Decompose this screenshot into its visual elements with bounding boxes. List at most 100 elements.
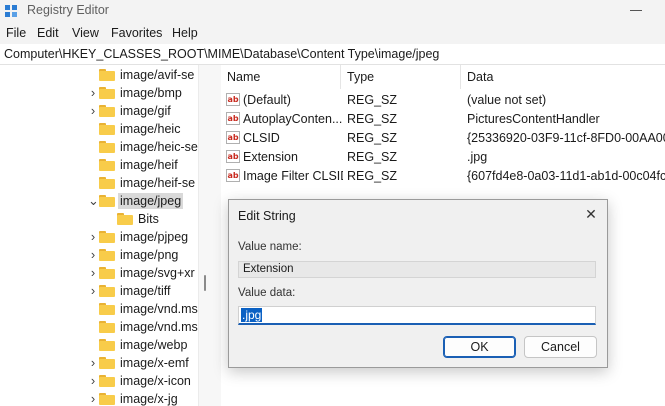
tree-item-label: image/png <box>120 248 179 262</box>
tree-item[interactable]: Bits <box>0 210 198 228</box>
column-name[interactable]: Name <box>221 65 341 89</box>
menu-help[interactable]: Help <box>172 26 198 40</box>
value-row[interactable]: ab Image Filter CLSID REG_SZ {607fd4e8-0a03… <box>221 167 665 186</box>
menu-edit[interactable]: Edit <box>37 26 59 40</box>
string-value-icon: ab <box>226 112 240 125</box>
tree-item-label: image/heic-se <box>120 140 198 154</box>
folder-icon <box>99 357 115 369</box>
chevron-right-icon[interactable]: › <box>88 356 98 369</box>
tree-item[interactable]: image/heic-se <box>0 138 198 156</box>
value-data: (value not set) <box>467 93 547 107</box>
tree-item[interactable]: › image/x-icon <box>0 372 198 390</box>
tree-item-label: Bits <box>138 212 159 226</box>
value-type: REG_SZ <box>347 150 398 164</box>
value-row[interactable]: ab (Default) REG_SZ (value not set) <box>221 91 665 110</box>
chevron-right-icon[interactable]: › <box>88 392 98 405</box>
folder-icon <box>99 303 115 315</box>
tree-item[interactable]: ⌄ image/jpeg <box>0 192 198 210</box>
minimize-button[interactable] <box>630 10 642 11</box>
tree-item[interactable]: image/avif-se <box>0 66 198 84</box>
value-data-label: Value data: <box>238 287 296 299</box>
value-row[interactable]: ab CLSID REG_SZ {25336920-03F9-11cf-8FD0-00… <box>221 129 665 148</box>
chevron-right-icon[interactable]: › <box>88 284 98 297</box>
value-data: {607fd4e8-0a03-11d1-ab1d-00c04fc9b <box>467 169 665 183</box>
value-type: REG_SZ <box>347 112 398 126</box>
folder-icon <box>117 213 133 225</box>
string-value-icon: ab <box>226 169 240 182</box>
tree-item[interactable]: image/webp <box>0 336 198 354</box>
tree-item[interactable]: › image/x-emf <box>0 354 198 372</box>
value-name: Extension <box>243 150 298 164</box>
title-bar: Registry Editor <box>0 0 665 22</box>
tree-item-label: image/x-jg <box>120 392 178 406</box>
chevron-right-icon[interactable]: › <box>88 230 98 243</box>
chevron-down-icon[interactable]: ⌄ <box>88 194 99 207</box>
close-icon[interactable]: ✕ <box>583 206 599 222</box>
tree-item-label: image/vnd.ms <box>120 320 198 334</box>
chevron-right-icon[interactable]: › <box>88 266 98 279</box>
string-value-icon: ab <box>226 131 240 144</box>
chevron-right-icon[interactable]: › <box>88 374 98 387</box>
cancel-button[interactable]: Cancel <box>524 336 597 358</box>
tree-item-label: image/jpeg <box>118 193 184 209</box>
scrollbar-thumb[interactable] <box>204 275 206 291</box>
chevron-right-icon[interactable]: › <box>88 86 98 99</box>
tree-item[interactable]: › image/x-jg <box>0 390 198 406</box>
registry-editor-icon <box>5 5 17 17</box>
pane-splitter[interactable] <box>198 65 222 406</box>
address-bar[interactable]: Computer\HKEY_CLASSES_ROOT\MIME\Database… <box>0 44 665 65</box>
tree-item-label: image/heic <box>120 122 181 136</box>
tree-item-label: image/gif <box>120 104 171 118</box>
key-tree: image/avif-se › image/bmp › image/gif image/h… <box>0 65 198 406</box>
tree-item[interactable]: image/heic <box>0 120 198 138</box>
folder-icon <box>99 87 115 99</box>
tree-item[interactable]: image/vnd.ms <box>0 300 198 318</box>
tree-item[interactable]: image/heif-se <box>0 174 198 192</box>
folder-icon <box>99 177 115 189</box>
value-name-label: Value name: <box>238 241 302 253</box>
tree-item-label: image/svg+xr <box>120 266 195 280</box>
tree-item[interactable]: › image/gif <box>0 102 198 120</box>
chevron-right-icon[interactable]: › <box>88 104 98 117</box>
tree-item[interactable]: › image/pjpeg <box>0 228 198 246</box>
address-path[interactable]: Computer\HKEY_CLASSES_ROOT\MIME\Database… <box>4 47 439 61</box>
value-data-input[interactable]: .jpg <box>238 306 596 325</box>
folder-icon <box>99 123 115 135</box>
column-data[interactable]: Data <box>461 65 665 89</box>
tree-item-label: image/x-emf <box>120 356 189 370</box>
tree-item[interactable]: › image/bmp <box>0 84 198 102</box>
column-type[interactable]: Type <box>341 65 461 89</box>
menu-view[interactable]: View <box>72 26 99 40</box>
tree-item[interactable]: › image/tiff <box>0 282 198 300</box>
tree-item[interactable]: image/heif <box>0 156 198 174</box>
menu-favorites[interactable]: Favorites <box>111 26 162 40</box>
value-name: AutoplayConten... <box>243 112 343 126</box>
value-data: PicturesContentHandler <box>467 112 600 126</box>
tree-item-label: image/heif-se <box>120 176 196 190</box>
menu-file[interactable]: File <box>6 26 26 40</box>
string-value-icon: ab <box>226 150 240 163</box>
folder-icon <box>99 231 115 243</box>
folder-icon <box>99 285 115 297</box>
value-data-selection: .jpg <box>241 308 263 322</box>
value-name: (Default) <box>243 93 291 107</box>
value-type: REG_SZ <box>347 169 398 183</box>
folder-icon <box>99 195 115 207</box>
tree-item-label: image/tiff <box>120 284 171 298</box>
value-name: Image Filter CLSID <box>243 169 343 183</box>
value-data: {25336920-03F9-11cf-8FD0-00AA00686 <box>467 131 665 145</box>
tree-item[interactable]: image/vnd.ms <box>0 318 198 336</box>
value-row[interactable]: ab AutoplayConten... REG_SZ PicturesContent… <box>221 110 665 129</box>
value-name-field: Extension <box>238 261 596 278</box>
value-type: REG_SZ <box>347 131 398 145</box>
chevron-right-icon[interactable]: › <box>88 248 98 261</box>
folder-icon <box>99 393 115 405</box>
folder-icon <box>99 69 115 81</box>
value-type: REG_SZ <box>347 93 398 107</box>
value-row[interactable]: ab Extension REG_SZ .jpg <box>221 148 665 167</box>
ok-button[interactable]: OK <box>443 336 516 358</box>
folder-icon <box>99 141 115 153</box>
tree-item[interactable]: › image/png <box>0 246 198 264</box>
tree-item[interactable]: › image/svg+xr <box>0 264 198 282</box>
window-title: Registry Editor <box>27 3 109 17</box>
